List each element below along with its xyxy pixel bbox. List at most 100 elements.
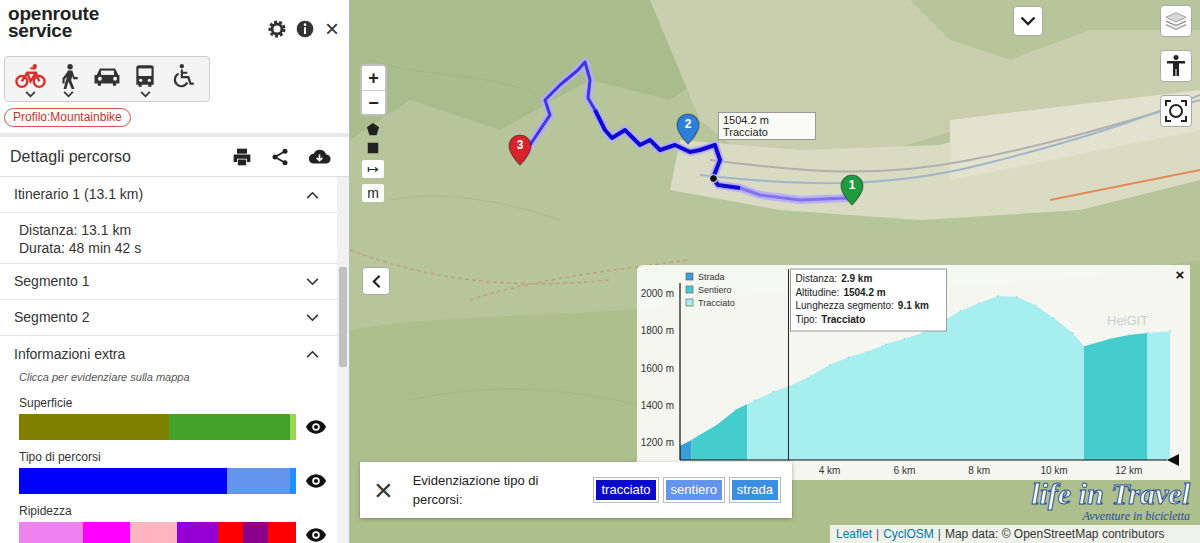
highlight-chip[interactable]: strada [730,478,780,502]
attribution-item[interactable]: CyclOSM [883,527,934,541]
extra-bar-part[interactable] [218,522,243,543]
profile-badge[interactable]: Profilo:Mountainbike [4,108,131,127]
route-marker[interactable]: 2 [676,113,700,145]
bus-icon[interactable] [132,63,158,89]
car-icon[interactable] [92,63,123,89]
extra-bar-part[interactable] [177,522,219,543]
accessibility-icon[interactable] [1164,54,1188,78]
profile-item[interactable] [49,63,87,99]
elevation-section[interactable] [680,440,691,460]
rectangle-icon[interactable] [367,142,379,154]
bike-icon[interactable] [15,63,46,89]
chevron-icon[interactable] [306,350,319,358]
elevation-point [1128,334,1130,336]
end-marker-icon[interactable] [1167,454,1179,466]
profile-item[interactable] [165,63,203,99]
chevron-left-icon[interactable] [372,274,381,289]
extra-bar-part[interactable] [227,468,291,494]
eye-icon[interactable] [306,420,326,434]
chevron-icon[interactable] [306,314,319,322]
gear-icon[interactable] [267,19,287,39]
elevation-chart[interactable]: 2000 m1800 m1600 m1400 m1200 m4 km6 km8 … [637,265,1190,480]
layers-button[interactable] [1160,5,1192,37]
zoom-in-button[interactable]: + [362,66,385,90]
extra-header[interactable]: Informazioni extra [0,336,337,367]
profile-item[interactable] [126,63,164,99]
segment-row[interactable]: Segmento 1 [0,264,337,300]
highlight-chip[interactable]: tracciato [594,478,657,502]
attribution-item: Map data: © OpenStreetMap contributors [945,527,1165,541]
wheelchair-icon[interactable] [171,63,197,89]
scrollbar[interactable] [337,177,349,543]
chevron-down-icon[interactable] [25,91,36,98]
chevron-icon[interactable] [306,191,319,199]
eye-icon[interactable] [306,528,326,542]
accessibility-button[interactable] [1160,50,1192,82]
elevation-panel: 2000 m1800 m1600 m1400 m1200 m4 km6 km8 … [637,265,1190,480]
map[interactable]: +−↦m1231504.2 mTracciato2000 m1800 m1600… [350,0,1200,543]
extra-bar[interactable] [19,414,296,440]
x-tick-label: 12 km [1115,465,1142,476]
route-marker[interactable]: 3 [508,134,532,166]
highlight-chip[interactable]: sentiero [664,478,724,502]
elevation-section[interactable] [691,404,747,460]
elevation-section[interactable] [1084,333,1148,460]
walk-icon[interactable] [56,63,82,89]
info-icon[interactable] [295,19,315,39]
measure-button[interactable]: ↦ [362,160,384,178]
extra-bar-part[interactable] [290,414,296,440]
print-icon[interactable] [232,147,252,167]
polygon-icon[interactable] [366,122,380,136]
profile-badge-row: Profilo:Mountainbike [0,102,349,127]
chevron-icon[interactable] [306,278,319,286]
extra-bar-part[interactable] [83,522,130,543]
y-axis [679,283,680,460]
y-tick-label: 2000 m [641,288,674,299]
segment-row[interactable]: Segmento 2 [0,300,337,336]
attribution-item[interactable]: Leaflet [836,527,872,541]
extra-bar-part[interactable] [243,522,268,543]
scrollbar-thumb[interactable] [339,267,347,367]
marker-number: 1 [840,178,864,192]
download-icon[interactable] [308,147,331,167]
chart-close-button[interactable]: × [1176,266,1185,283]
extra-bar-part[interactable] [130,522,177,543]
chevron-down-icon[interactable] [1020,16,1036,26]
extra-bar-part[interactable] [169,414,291,440]
segment-title: Segmento 2 [14,307,90,328]
top-menu-button[interactable] [1013,6,1043,36]
extra-bar-part[interactable] [19,468,227,494]
elevation-point [1035,304,1037,306]
extra-bar-part[interactable] [290,468,296,494]
extra-bar[interactable] [19,522,296,543]
elevation-point [978,303,980,305]
route-header[interactable]: Itinerario 1 (13.1 km) [0,177,337,213]
layers-icon[interactable] [1164,9,1188,33]
chart-cursor[interactable] [788,269,789,460]
eye-icon[interactable] [306,474,326,488]
watermark-subtitle: Avventure in bicicletta [1031,510,1190,523]
profile-item[interactable] [11,63,49,99]
share-icon[interactable] [270,147,290,167]
chevron-down-icon[interactable] [140,91,151,98]
route-marker[interactable]: 1 [840,174,864,206]
chevron-down-icon[interactable] [63,91,74,98]
extra-bar[interactable] [19,468,296,494]
profile-item[interactable] [88,63,126,99]
target-icon[interactable] [1164,99,1188,123]
elevation-point [1147,332,1149,334]
close-button[interactable]: × [323,19,341,39]
extra-bar-part[interactable] [19,414,169,440]
unit-button[interactable]: m [362,184,384,202]
elevation-point [717,424,719,426]
locate-button[interactable] [1160,95,1192,127]
zoom-out-button[interactable]: − [362,90,385,114]
extra-bar-part[interactable] [268,522,296,543]
elevation-point [754,399,756,401]
tooltip-value: 1504.2 m [843,287,885,298]
collapse-sidebar-button[interactable] [362,267,390,295]
extra-bar-part[interactable] [19,522,83,543]
route-title: Itinerario 1 (13.1 km) [14,184,143,205]
elevation-section[interactable] [1148,331,1170,460]
highlight-close-button[interactable]: × [374,474,403,506]
